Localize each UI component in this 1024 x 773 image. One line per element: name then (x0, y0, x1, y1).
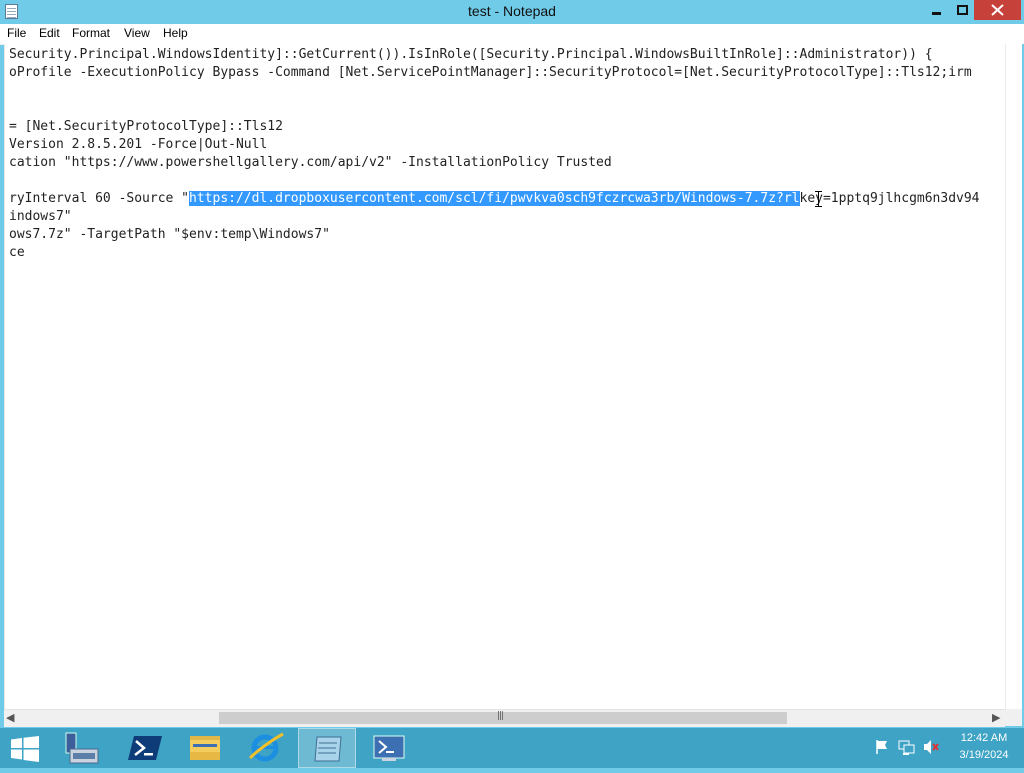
menu-bar: File Edit Format View Help (0, 24, 1024, 45)
system-clock[interactable]: 12:42 AM 3/19/2024 (948, 730, 1020, 764)
minimize-button[interactable] (924, 0, 949, 20)
text-line: cation "https://www.powershellgallery.co… (9, 155, 612, 170)
clock-date: 3/19/2024 (959, 749, 1009, 761)
taskbar-internet-explorer[interactable] (236, 728, 294, 768)
network-icon[interactable] (898, 738, 915, 756)
notepad-icon (314, 736, 342, 762)
menu-edit[interactable]: Edit (39, 26, 60, 40)
flag-icon[interactable] (874, 738, 890, 756)
horizontal-scrollbar[interactable]: ◀ ||| ▶ (4, 709, 1005, 727)
size-grip[interactable] (1005, 709, 1022, 726)
scroll-left-arrow-icon[interactable]: ◀ (6, 711, 14, 724)
vertical-scrollbar[interactable] (1005, 44, 1023, 709)
horizontal-scroll-thumb[interactable]: ||| (219, 711, 787, 724)
selected-text: https://dl.dropboxusercontent.com/scl/fi… (189, 191, 800, 206)
taskbar-powershell[interactable] (116, 728, 174, 768)
ibeam-cursor-icon (815, 190, 822, 208)
window-title: test - Notepad (468, 3, 556, 19)
text-line: Security.Principal.WindowsIdentity]::Get… (9, 47, 933, 62)
taskbar-file-explorer[interactable] (176, 728, 234, 768)
server-manager-icon (65, 732, 99, 764)
taskbar-notepad[interactable] (298, 728, 356, 768)
menu-file[interactable]: File (7, 26, 26, 40)
folder-icon (190, 736, 220, 760)
text-line: = [Net.SecurityProtocolType]::Tls12 (9, 119, 283, 134)
text-line: indows7" (9, 209, 72, 224)
close-icon (991, 4, 1004, 16)
taskbar-powershell-ise[interactable] (360, 728, 418, 768)
text-line-with-selection: ryInterval 60 -Source "https://dl.dropbo… (9, 190, 980, 208)
powershell-ise-icon (373, 735, 405, 761)
powershell-icon (128, 736, 162, 760)
text-line: ows7.7z" -TargetPath "$env:temp\Windows7… (9, 227, 330, 242)
grip-icon: ||| (497, 711, 504, 721)
clock-time: 12:42 AM (960, 732, 1008, 744)
text-before-selection: ryInterval 60 -Source " (9, 191, 190, 206)
text-editor[interactable]: Security.Principal.WindowsIdentity]::Get… (4, 44, 1006, 709)
taskbar: 12:42 AM 3/19/2024 (0, 728, 1024, 768)
restore-button[interactable] (949, 0, 974, 20)
title-bar[interactable]: test - Notepad (0, 0, 1024, 24)
text-after-selection: key=1pptq9jlhcgm6n3dv94 (799, 191, 980, 206)
text-line: oProfile -ExecutionPolicy Bypass -Comman… (9, 65, 972, 80)
scroll-right-arrow-icon[interactable]: ▶ (992, 711, 1000, 724)
text-line: ce (9, 245, 25, 260)
windows-logo-icon (11, 736, 39, 762)
menu-format[interactable]: Format (72, 26, 110, 40)
taskbar-server-manager[interactable] (58, 728, 116, 768)
close-button[interactable] (974, 0, 1021, 20)
volume-muted-icon[interactable] (922, 738, 939, 756)
start-button[interactable] (0, 728, 58, 768)
system-tray (868, 738, 948, 758)
menu-help[interactable]: Help (163, 26, 188, 40)
text-line: Version 2.8.5.201 -Force|Out-Null (9, 137, 268, 152)
internet-explorer-icon (248, 732, 284, 762)
menu-view[interactable]: View (124, 26, 150, 40)
